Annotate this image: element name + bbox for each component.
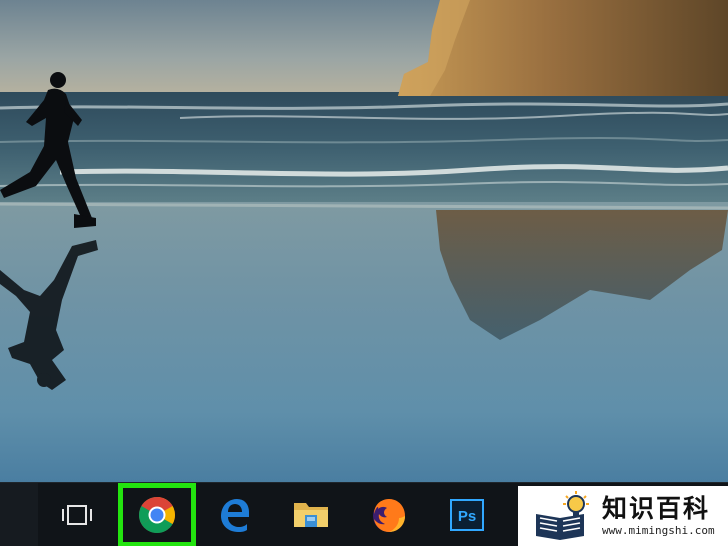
book-lightbulb-logo-icon — [530, 490, 594, 542]
folder-icon — [292, 499, 330, 531]
start-button-area[interactable] — [0, 483, 38, 546]
chrome-taskbar-button[interactable] — [120, 483, 194, 546]
photoshop-taskbar-button[interactable]: Ps — [430, 483, 504, 546]
desktop-wallpaper — [0, 0, 728, 482]
edge-taskbar-button[interactable] — [197, 483, 271, 546]
watermark-title: 知识百科 — [602, 494, 711, 523]
edge-icon — [216, 497, 252, 533]
watermark-url: www.mimingshi.com — [602, 524, 715, 537]
task-view-icon — [60, 503, 94, 527]
file-explorer-taskbar-button[interactable] — [274, 483, 348, 546]
firefox-icon — [370, 496, 408, 534]
chrome-icon — [138, 496, 176, 534]
firefox-taskbar-button[interactable] — [352, 483, 426, 546]
watermark: 知识百科 www.mimingshi.com — [518, 486, 728, 546]
photoshop-icon: Ps — [450, 499, 484, 531]
photoshop-label: Ps — [458, 508, 476, 525]
task-view-button[interactable] — [40, 483, 114, 546]
